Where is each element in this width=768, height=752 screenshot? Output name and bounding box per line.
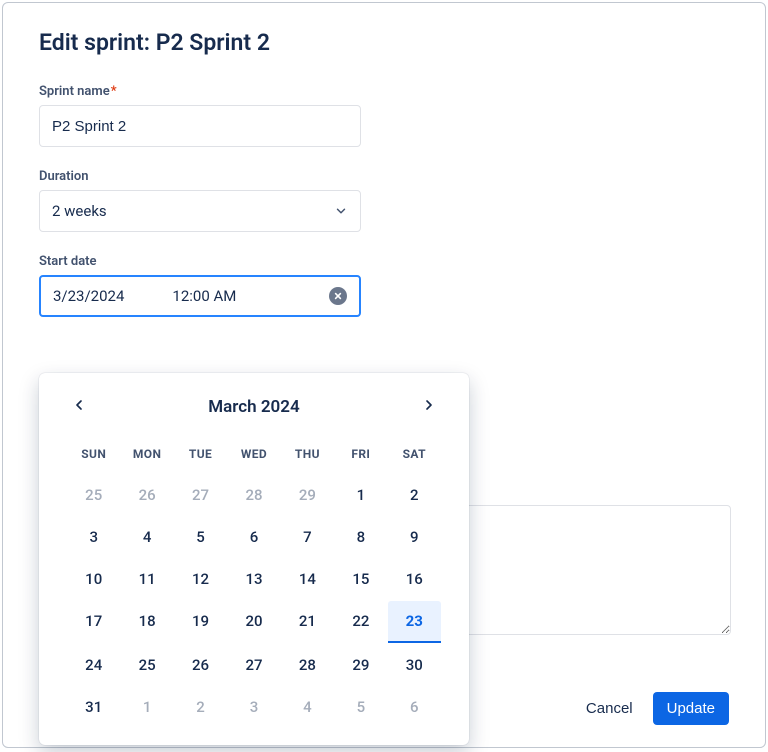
calendar-day[interactable]: 29 — [281, 475, 334, 515]
calendar-day[interactable]: 13 — [227, 559, 280, 599]
calendar-day[interactable]: 23 — [388, 601, 441, 643]
duration-label: Duration — [39, 169, 729, 184]
day-of-week-header: MON — [120, 439, 173, 473]
calendar-day[interactable]: 24 — [67, 645, 120, 685]
datepicker-header: March 2024 — [67, 393, 441, 421]
start-date-field-group: Start date 3/23/2024 12:00 AM — [39, 254, 729, 317]
calendar-day[interactable]: 16 — [388, 559, 441, 599]
day-of-week-header: WED — [227, 439, 280, 473]
calendar-day[interactable]: 21 — [281, 601, 334, 643]
cancel-button[interactable]: Cancel — [572, 692, 647, 725]
calendar-day[interactable]: 25 — [120, 645, 173, 685]
calendar-day[interactable]: 19 — [174, 601, 227, 643]
calendar-day[interactable]: 27 — [174, 475, 227, 515]
day-of-week-header: SUN — [67, 439, 120, 473]
calendar-day[interactable]: 4 — [120, 517, 173, 557]
calendar-day[interactable]: 25 — [67, 475, 120, 515]
day-of-week-header: TUE — [174, 439, 227, 473]
start-date-label: Start date — [39, 254, 729, 269]
calendar-day[interactable]: 2 — [174, 687, 227, 727]
datepicker-grid: SUNMONTUEWEDTHUFRISAT2526272829123456789… — [67, 439, 441, 727]
calendar-day[interactable]: 31 — [67, 687, 120, 727]
calendar-day[interactable]: 5 — [334, 687, 387, 727]
day-of-week-header: FRI — [334, 439, 387, 473]
update-button[interactable]: Update — [653, 692, 729, 725]
start-date-time-part: 12:00 AM — [172, 287, 236, 305]
chevron-right-icon — [421, 397, 437, 413]
calendar-day[interactable]: 27 — [227, 645, 280, 685]
calendar-day[interactable]: 26 — [120, 475, 173, 515]
duration-field-group: Duration 2 weeks — [39, 169, 729, 232]
next-month-button[interactable] — [417, 393, 441, 421]
day-of-week-header: THU — [281, 439, 334, 473]
required-indicator: * — [111, 84, 117, 99]
duration-selected-value: 2 weeks — [52, 202, 107, 220]
calendar-day[interactable]: 18 — [120, 601, 173, 643]
prev-month-button[interactable] — [67, 393, 91, 421]
dialog-title: Edit sprint: P2 Sprint 2 — [39, 29, 729, 56]
calendar-day[interactable]: 7 — [281, 517, 334, 557]
calendar-day[interactable]: 12 — [174, 559, 227, 599]
calendar-day[interactable]: 4 — [281, 687, 334, 727]
calendar-day[interactable]: 11 — [120, 559, 173, 599]
dialog-actions: Cancel Update — [572, 692, 729, 725]
calendar-day[interactable]: 30 — [388, 645, 441, 685]
calendar-day[interactable]: 2 — [388, 475, 441, 515]
calendar-day[interactable]: 14 — [281, 559, 334, 599]
sprint-name-field-group: Sprint name* — [39, 84, 729, 147]
calendar-day[interactable]: 26 — [174, 645, 227, 685]
calendar-day[interactable]: 6 — [227, 517, 280, 557]
chevron-down-icon — [334, 204, 348, 218]
calendar-day[interactable]: 22 — [334, 601, 387, 643]
datepicker-popover: March 2024 SUNMONTUEWEDTHUFRISAT25262728… — [39, 373, 469, 745]
duration-select[interactable]: 2 weeks — [39, 190, 361, 232]
calendar-day[interactable]: 5 — [174, 517, 227, 557]
chevron-left-icon — [71, 397, 87, 413]
calendar-day[interactable]: 3 — [67, 517, 120, 557]
calendar-day[interactable]: 3 — [227, 687, 280, 727]
edit-sprint-dialog: Edit sprint: P2 Sprint 2 Sprint name* Du… — [2, 2, 766, 748]
calendar-day[interactable]: 10 — [67, 559, 120, 599]
clear-date-icon[interactable] — [329, 287, 347, 305]
calendar-day[interactable]: 29 — [334, 645, 387, 685]
calendar-day[interactable]: 28 — [227, 475, 280, 515]
calendar-day[interactable]: 28 — [281, 645, 334, 685]
calendar-day[interactable]: 15 — [334, 559, 387, 599]
calendar-day[interactable]: 20 — [227, 601, 280, 643]
start-date-date-part: 3/23/2024 — [53, 287, 124, 305]
calendar-day[interactable]: 6 — [388, 687, 441, 727]
calendar-day[interactable]: 8 — [334, 517, 387, 557]
day-of-week-header: SAT — [388, 439, 441, 473]
sprint-name-label: Sprint name* — [39, 84, 729, 99]
sprint-name-input[interactable] — [39, 105, 361, 147]
start-date-input[interactable]: 3/23/2024 12:00 AM — [39, 275, 361, 317]
calendar-day[interactable]: 17 — [67, 601, 120, 643]
calendar-day[interactable]: 1 — [334, 475, 387, 515]
datepicker-month-year: March 2024 — [208, 397, 299, 417]
calendar-day[interactable]: 1 — [120, 687, 173, 727]
calendar-day[interactable]: 9 — [388, 517, 441, 557]
